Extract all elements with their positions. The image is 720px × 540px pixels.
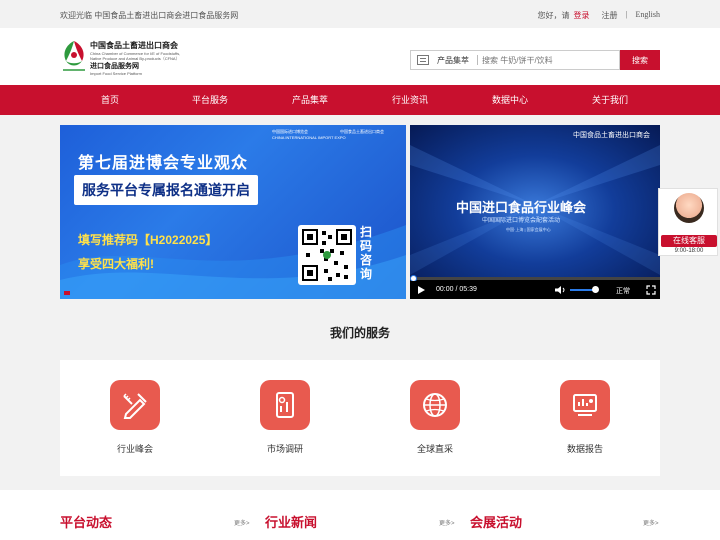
qr-code	[298, 225, 356, 285]
document-icon	[276, 392, 294, 418]
carousel-indicator[interactable]	[64, 291, 70, 295]
search-category-select[interactable]: 产品集萃	[437, 55, 469, 66]
nav-item-home[interactable]: 首页	[70, 85, 150, 115]
nav-item-platform-services[interactable]: 平台服务	[170, 85, 250, 115]
customer-service-avatar	[674, 193, 704, 223]
expo-banner[interactable]: 中国国际进口博览会 CHINA INTERNATIONAL IMPORT EXPO…	[60, 125, 406, 299]
logo-mark-icon	[63, 41, 85, 71]
news-columns: 平台动态 更多> 行业新闻 更多> 会展活动 更多>	[0, 490, 720, 540]
video-time: 00:00 / 05:39	[436, 286, 477, 293]
volume-icon[interactable]	[554, 285, 566, 295]
service-card-data-report[interactable]: 数据报告	[555, 380, 615, 455]
video-controls: 00:00 / 05:39 正常	[410, 281, 660, 299]
search-divider	[477, 55, 478, 65]
service-hours: 9:00-18:00	[674, 248, 704, 254]
login-link[interactable]: 登录	[573, 10, 589, 21]
services-section-title: 我们的服务	[329, 326, 390, 340]
main-nav: 首页 平台服务 产品集萃 行业资讯 数据中心 关于我们	[0, 85, 720, 115]
service-label: 全球直采	[416, 444, 453, 454]
search-button[interactable]: 搜索	[620, 50, 660, 70]
service-label: 市场调研	[266, 444, 303, 454]
play-icon[interactable]	[416, 285, 426, 295]
column-title-platform-news[interactable]: 平台动态	[60, 512, 112, 531]
divider: |	[625, 10, 628, 19]
banner-subtitle: 服务平台专属报名通道开启	[74, 175, 258, 205]
list-icon	[417, 55, 429, 65]
logo-org-cn: 中国食品土畜进出口商会	[90, 41, 178, 50]
logo-platform-cn: 进口食品服务网	[90, 63, 139, 70]
service-card-summit[interactable]: 行业峰会	[105, 380, 165, 455]
more-link-exhibitions[interactable]: 更多>	[643, 518, 659, 527]
account-links: 您好，请 登录 注册 | English	[537, 10, 660, 21]
video-location: 中国·上海 | 国家会展中心	[506, 227, 551, 232]
nav-item-about[interactable]: 关于我们	[570, 85, 650, 115]
globe-icon	[423, 393, 447, 417]
service-label: 数据报告	[566, 444, 603, 454]
video-frame[interactable]: 中国食品土畜进出口商会 中国进口食品行业峰会 中国国际进口博览会配套活动 中国·…	[410, 125, 660, 279]
banner-area: 中国国际进口博览会 CHINA INTERNATIONAL IMPORT EXPO…	[0, 115, 720, 305]
welcome-text: 欢迎光临 中国食品土畜进出口商会进口食品服务网	[60, 11, 239, 20]
online-service-widget[interactable]: 在线客服 9:00-18:00	[658, 188, 718, 256]
search-box: 产品集萃	[410, 50, 620, 70]
search-input[interactable]	[482, 55, 602, 65]
banner-title: 第七届进博会专业观众	[78, 155, 249, 172]
header: 中国食品土畜进出口商会 China Chamber of Commerce fo…	[0, 28, 720, 85]
referral-code-text: 填写推荐码【H2022025】	[78, 233, 218, 247]
nav-item-products[interactable]: 产品集萃	[270, 85, 350, 115]
logo-platform-en: Import Food Service Platform	[90, 71, 143, 76]
more-link-industry-news[interactable]: 更多>	[439, 518, 455, 527]
pen-ruler-icon	[123, 393, 147, 419]
top-bar: 欢迎光临 中国食品土畜进出口商会进口食品服务网 您好，请 登录 注册 | Eng…	[0, 0, 720, 28]
column-title-industry-news[interactable]: 行业新闻	[265, 512, 317, 531]
nav-item-data-center[interactable]: 数据中心	[470, 85, 550, 115]
register-link[interactable]: 注册	[601, 10, 617, 21]
column-title-exhibitions[interactable]: 会展活动	[470, 512, 522, 531]
playback-speed-button[interactable]: 正常	[616, 286, 630, 296]
english-link[interactable]: English	[636, 10, 660, 21]
logo-org-en: China Chamber of Commerce for I/E of Foo…	[90, 51, 181, 61]
volume-handle[interactable]	[592, 286, 599, 293]
site-logo[interactable]: 中国食品土畜进出口商会 China Chamber of Commerce fo…	[60, 39, 190, 79]
nav-item-industry-news[interactable]: 行业资讯	[370, 85, 450, 115]
services-panel: 行业峰会 市场调研 全球直采 数据报告	[60, 360, 660, 476]
video-subtitle: 中国国际进口博览会配套活动	[482, 218, 561, 224]
greeting-text: 您好，请	[537, 11, 570, 20]
video-title: 中国进口食品行业峰会	[456, 200, 587, 215]
perks-text: 享受四大福利!	[78, 257, 154, 271]
service-card-global-sourcing[interactable]: 全球直采	[405, 380, 465, 455]
scan-consult-text: 扫码咨询	[360, 225, 373, 281]
service-label: 行业峰会	[116, 444, 153, 454]
report-icon	[573, 394, 597, 416]
expo-name: 中国国际进口博览会 CHINA INTERNATIONAL IMPORT EXPO	[272, 129, 346, 140]
video-org-label: 中国食品土畜进出口商会	[573, 132, 650, 139]
video-progress-bar[interactable]	[410, 277, 660, 280]
fullscreen-icon[interactable]	[646, 285, 656, 295]
more-link-platform-news[interactable]: 更多>	[234, 518, 250, 527]
video-player[interactable]: 中国食品土畜进出口商会 中国进口食品行业峰会 中国国际进口博览会配套活动 中国·…	[410, 125, 660, 299]
online-service-button[interactable]: 在线客服	[661, 235, 717, 247]
chamber-name: 中国食品土畜进出口商会	[340, 129, 384, 134]
service-card-research[interactable]: 市场调研	[255, 380, 315, 455]
